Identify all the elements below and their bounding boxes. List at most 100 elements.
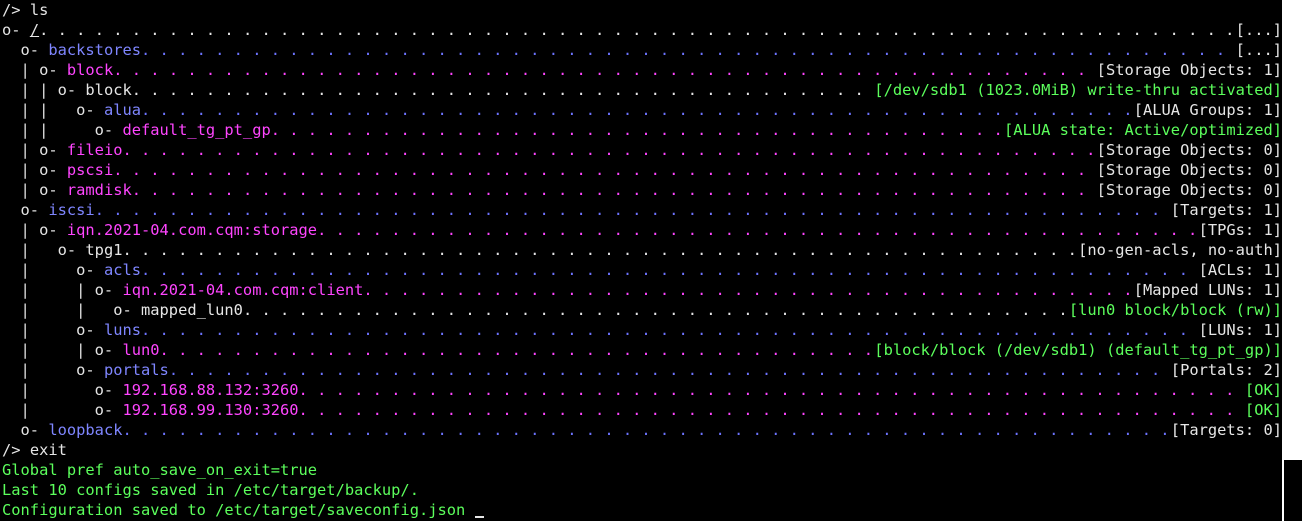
tree-row: | o- 192.168.99.130:3260 . . . . . . . .…	[2, 400, 1282, 420]
cursor	[474, 516, 484, 518]
tree-row: | o- iqn.2021-04.com.cqm:storage . . . .…	[2, 220, 1282, 240]
prompt-line-ls: /> ls	[2, 0, 1282, 20]
terminal-window[interactable]: /> ls o- / . . . . . . . . . . . . . . .…	[0, 0, 1282, 521]
tree-branch: | o-	[2, 141, 67, 159]
tree-leader-dots: . . . . . . . . . . . . . . . . . . . . …	[298, 381, 1245, 399]
tree-node-value: [...]	[1235, 21, 1282, 39]
tree-branch: | o-	[2, 321, 104, 339]
tree-node-value: [OK]	[1244, 381, 1282, 399]
tree-leader-dots: . . . . . . . . . . . . . . . . . . . . …	[141, 321, 1199, 339]
command-ls: ls	[29, 1, 49, 19]
tree-leader-dots: . . . . . . . . . . . . . . . . . . . . …	[122, 421, 1170, 439]
tree-branch: o-	[2, 201, 49, 219]
tree-node-value: [Storage Objects: 0]	[1096, 181, 1282, 199]
tree-leader-dots: . . . . . . . . . . . . . . . . . . . . …	[141, 41, 1236, 59]
tree-leader-dots: . . . . . . . . . . . . . . . . . . . . …	[113, 61, 1096, 79]
tree-node-value: [ALUA state: Active/optimized]	[1004, 121, 1282, 139]
tree-leader-dots: . . . . . . . . . . . . . . . . . . . . …	[113, 161, 1096, 179]
output-text: Global pref auto_save_on_exit=true	[2, 461, 318, 479]
tree-node-name: block	[85, 81, 132, 99]
tree-branch: | o-	[2, 61, 67, 79]
tree-node-value: [Targets: 0]	[1170, 421, 1282, 439]
tree-node-name: 192.168.88.132:3260	[122, 381, 299, 399]
tree-branch: | o-	[2, 161, 67, 179]
tree-leader-dots: . . . . . . . . . . . . . . . . . . . . …	[270, 121, 1004, 139]
tree-leader-dots: . . . . . . . . . . . . . . . . . . . . …	[39, 21, 1236, 39]
tree-leader-dots: . . . . . . . . . . . . . . . . . . . . …	[242, 301, 1069, 319]
tree-node-value: [Storage Objects: 0]	[1096, 161, 1282, 179]
tree-leader-dots: . . . . . . . . . . . . . . . . . . . . …	[317, 221, 1199, 239]
tree-node-value: [ALUA Groups: 1]	[1133, 101, 1282, 119]
scrollbar[interactable]	[1282, 0, 1304, 521]
tree-node-value: [OK]	[1244, 401, 1282, 419]
output-line: Configuration saved to /etc/target/savec…	[2, 500, 1282, 520]
tree-row: o- loopback . . . . . . . . . . . . . . …	[2, 420, 1282, 440]
tree-branch: | | o-	[2, 281, 123, 299]
tree-leader-dots: . . . . . . . . . . . . . . . . . . . . …	[363, 281, 1133, 299]
tree-node-name: luns	[103, 321, 142, 339]
tree-leader-dots: . . . . . . . . . . . . . . . . . . . . …	[122, 141, 1096, 159]
tree-leader-dots: . . . . . . . . . . . . . . . . . . . . …	[122, 241, 1078, 259]
tree-branch: | o-	[2, 401, 123, 419]
tree-node-value: [Storage Objects: 1]	[1096, 61, 1282, 79]
tree-branch: | | o-	[2, 81, 86, 99]
command-exit: exit	[29, 441, 67, 459]
tree-row: | | o- iqn.2021-04.com.cqm:client . . . …	[2, 280, 1282, 300]
tree-branch: | | o-	[2, 301, 141, 319]
output-line: Global pref auto_save_on_exit=true	[2, 460, 1282, 480]
tree-node-name: default_tg_pt_gp	[122, 121, 271, 139]
tree-row: | | o- lun0 . . . . . . . . . . . . . . …	[2, 340, 1282, 360]
tree-leader-dots: . . . . . . . . . . . . . . . . . . . . …	[298, 401, 1245, 419]
scrollbar-thumb[interactable]	[1284, 460, 1302, 521]
tree-node-name: portals	[103, 361, 169, 379]
tree-node-name: iqn.2021-04.com.cqm:storage	[66, 221, 318, 239]
tree-node-name: tpg1	[85, 241, 123, 259]
tree-node-value: [Portals: 2]	[1170, 361, 1282, 379]
tree-node-name: backstores	[48, 41, 142, 59]
tree-row: | o- ramdisk . . . . . . . . . . . . . .…	[2, 180, 1282, 200]
tree-branch: | | o-	[2, 121, 123, 139]
prompt-line-exit: /> exit	[2, 440, 1282, 460]
tree-leader-dots: . . . . . . . . . . . . . . . . . . . . …	[131, 81, 875, 99]
tree-node-value: [...]	[1235, 41, 1282, 59]
tree-row: | o- 192.168.88.132:3260 . . . . . . . .…	[2, 380, 1282, 400]
tree-node-name: lun0	[122, 341, 160, 359]
tree-leader-dots: . . . . . . . . . . . . . . . . . . . . …	[141, 261, 1199, 279]
tree-node-value: [Targets: 1]	[1170, 201, 1282, 219]
tree-node-name: ramdisk	[66, 181, 132, 199]
tree-row: | | o- alua . . . . . . . . . . . . . . …	[2, 100, 1282, 120]
tree-node-name: mapped_lun0	[141, 301, 243, 319]
tree-branch: | o-	[2, 361, 104, 379]
tree-node-name: alua	[103, 101, 142, 119]
tree-node-value: [ACLs: 1]	[1198, 261, 1282, 279]
tree-row: | | o- mapped_lun0 . . . . . . . . . . .…	[2, 300, 1282, 320]
tree-branch: | o-	[2, 221, 67, 239]
tree-node-name: pscsi	[66, 161, 114, 179]
tree-leader-dots: . . . . . . . . . . . . . . . . . . . . …	[131, 181, 1097, 199]
tree-row: | | o- block . . . . . . . . . . . . . .…	[2, 80, 1282, 100]
tree-node-value: [block/block (/dev/sdb1) (default_tg_pt_…	[874, 341, 1282, 359]
tree-row: | o- block . . . . . . . . . . . . . . .…	[2, 60, 1282, 80]
output-text: Configuration saved to /etc/target/savec…	[2, 501, 466, 519]
tree-node-value: [lun0 block/block (rw)]	[1068, 301, 1282, 319]
tree-node-name: iqn.2021-04.com.cqm:client	[122, 281, 364, 299]
tree-row: | o- portals . . . . . . . . . . . . . .…	[2, 360, 1282, 380]
tree-node-value: [LUNs: 1]	[1198, 321, 1282, 339]
tree-leader-dots: . . . . . . . . . . . . . . . . . . . . …	[141, 101, 1134, 119]
tree-branch: o-	[2, 421, 49, 439]
tree-row: | | o- default_tg_pt_gp . . . . . . . . …	[2, 120, 1282, 140]
tree-node-name: 192.168.99.130:3260	[122, 401, 299, 419]
tree-leader-dots: . . . . . . . . . . . . . . . . . . . . …	[94, 201, 1171, 219]
tree-branch: | o-	[2, 181, 67, 199]
tree-row: | o- luns . . . . . . . . . . . . . . . …	[2, 320, 1282, 340]
tree-node-value: [TPGs: 1]	[1198, 221, 1282, 239]
tree-branch: | o-	[2, 261, 104, 279]
tree-row: | o- tpg1 . . . . . . . . . . . . . . . …	[2, 240, 1282, 260]
tree-branch: o-	[2, 41, 49, 59]
tree-node-name: fileio	[66, 141, 123, 159]
tree-leader-dots: . . . . . . . . . . . . . . . . . . . . …	[159, 341, 875, 359]
tree-branch: | o-	[2, 241, 86, 259]
tree-row: o- / . . . . . . . . . . . . . . . . . .…	[2, 20, 1282, 40]
tree-branch: o-	[2, 21, 30, 39]
tree-leader-dots: . . . . . . . . . . . . . . . . . . . . …	[168, 361, 1171, 379]
